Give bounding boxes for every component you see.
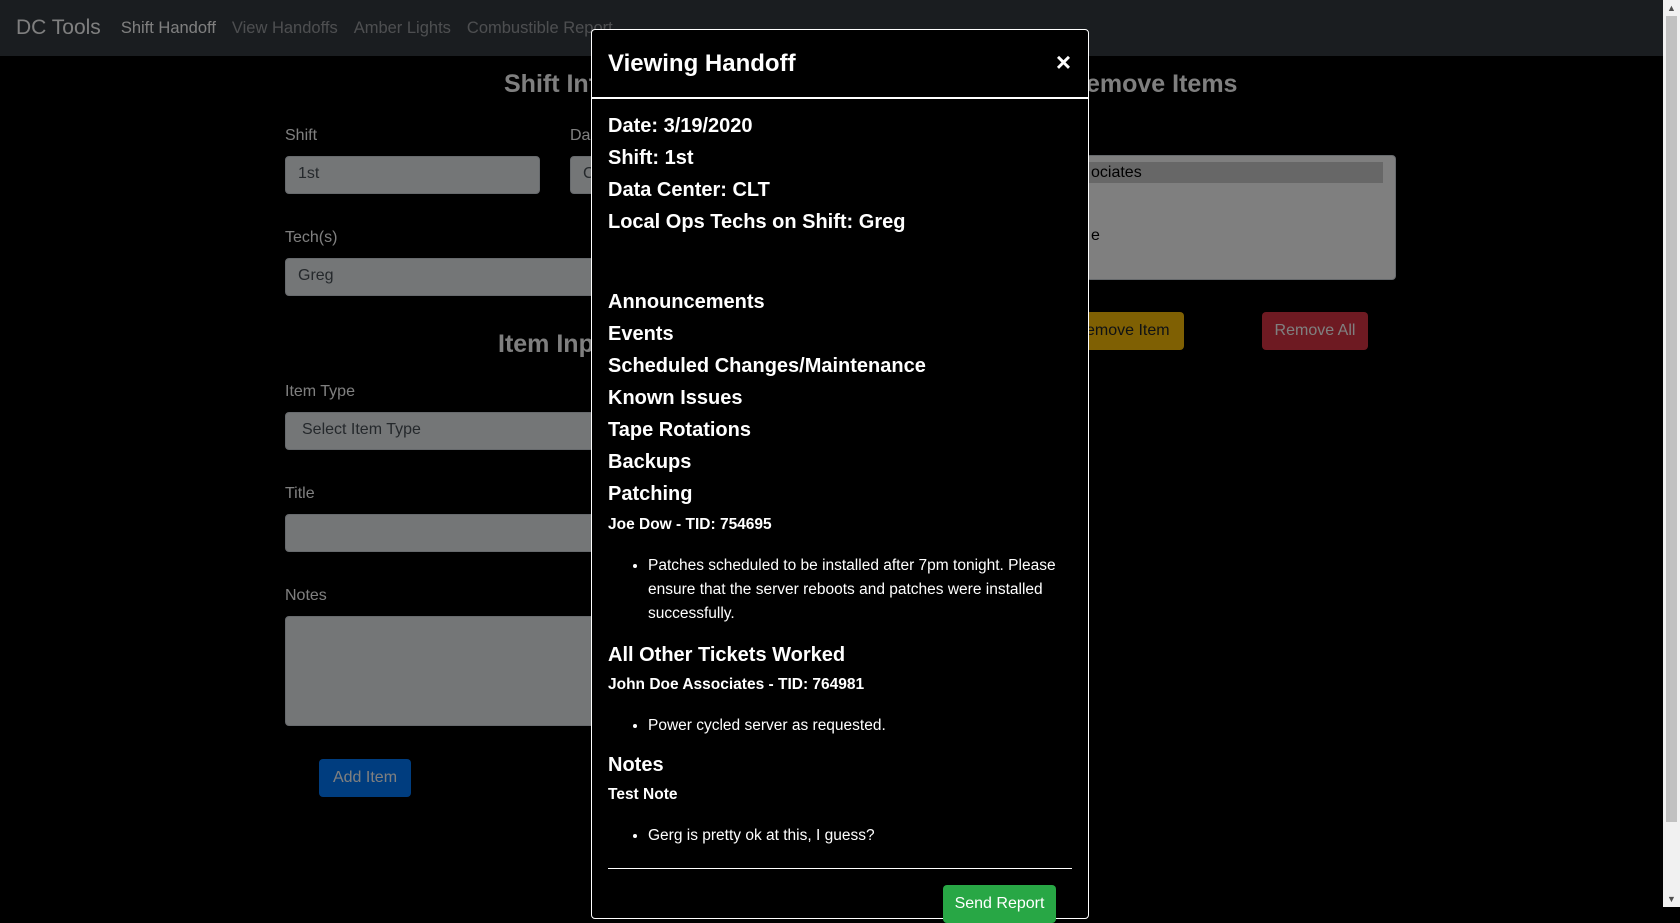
item-type-select[interactable]: Select Item Type	[285, 412, 595, 450]
notes-entry-title: Test Note	[608, 786, 678, 803]
notes-textarea[interactable]	[285, 616, 595, 726]
patching-entry-notes: Patches scheduled to be installed after …	[608, 554, 1072, 626]
items-listbox[interactable]: ociates e	[1086, 155, 1396, 280]
data-center-line: Data Center: CLT	[608, 179, 770, 201]
backups-heading: Backups	[608, 451, 692, 473]
announcements-heading: Announcements	[608, 291, 765, 313]
known-issues-heading: Known Issues	[608, 387, 743, 409]
techs-line: Local Ops Techs on Shift: Greg	[608, 211, 906, 233]
item-input-heading: Item Inp	[498, 330, 594, 358]
scheduled-changes-heading: Scheduled Changes/Maintenance	[608, 355, 926, 377]
page-scrollbar[interactable]: ▲ ▼	[1663, 0, 1680, 907]
other-entry-notes: Power cycled server as requested.	[608, 714, 1072, 738]
notes-heading: Notes	[608, 754, 664, 776]
remove-item-button[interactable]: emove Item	[1086, 312, 1184, 350]
close-icon[interactable]: ×	[1056, 47, 1071, 78]
title-input[interactable]	[285, 514, 595, 552]
other-entry-title: John Doe Associates - TID: 764981	[608, 676, 865, 693]
brand-logo[interactable]: DC Tools	[16, 16, 101, 40]
notes-label: Notes	[285, 587, 327, 604]
shift-input-value: 1st	[298, 165, 320, 182]
techs-input-value: Greg	[298, 267, 334, 284]
patching-entry-title: Joe Dow - TID: 754695	[608, 516, 772, 533]
add-item-button[interactable]: Add Item	[319, 759, 411, 797]
item-type-label: Item Type	[285, 383, 355, 400]
scroll-thumb[interactable]	[1666, 16, 1677, 822]
date-label: Da	[570, 127, 591, 144]
date-line: Date: 3/19/2020	[608, 115, 753, 137]
list-item: Patches scheduled to be installed after …	[648, 554, 1072, 626]
shift-input[interactable]: 1st	[285, 156, 540, 194]
modal-title: Viewing Handoff	[608, 50, 796, 77]
remove-all-button[interactable]: Remove All	[1262, 312, 1368, 350]
shift-line: Shift: 1st	[608, 147, 694, 169]
other-tickets-heading: All Other Tickets Worked	[608, 644, 846, 666]
scroll-down-arrow-icon[interactable]: ▼	[1663, 891, 1680, 907]
scroll-up-arrow-icon[interactable]: ▲	[1663, 0, 1680, 16]
viewing-handoff-modal: Viewing Handoff × Date: 3/19/2020 Shift:…	[591, 29, 1089, 923]
remove-items-heading: emove Items	[1086, 70, 1238, 98]
shift-info-heading: Shift Inf	[504, 70, 598, 98]
modal-header: Viewing Handoff ×	[592, 30, 1088, 99]
techs-input[interactable]: Greg	[285, 258, 595, 296]
list-item: Gerg is pretty ok at this, I guess?	[648, 824, 1072, 848]
shift-label: Shift	[285, 127, 318, 144]
notes-entry-notes: Gerg is pretty ok at this, I guess?	[608, 824, 1072, 848]
title-label: Title	[285, 485, 315, 502]
patching-heading: Patching	[608, 483, 693, 505]
nav-shift-handoff[interactable]: Shift Handoff	[121, 19, 216, 38]
events-heading: Events	[608, 323, 674, 345]
techs-label: Tech(s)	[285, 229, 338, 246]
nav-amber-lights[interactable]: Amber Lights	[354, 19, 451, 38]
item-type-value: Select Item Type	[302, 421, 421, 438]
list-option[interactable]: ociates	[1087, 162, 1383, 183]
tape-rotations-heading: Tape Rotations	[608, 419, 751, 441]
modal-footer-divider	[608, 868, 1072, 869]
list-option[interactable]: e	[1091, 227, 1100, 245]
nav-view-handoffs[interactable]: View Handoffs	[232, 19, 338, 38]
send-report-button[interactable]: Send Report	[943, 885, 1056, 923]
list-item: Power cycled server as requested.	[648, 714, 1072, 738]
